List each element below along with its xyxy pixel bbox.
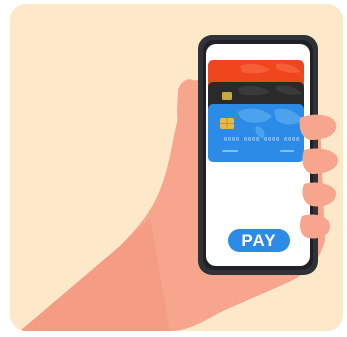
payment-illustration: 0000 0000 0000 0000 PAY — [0, 0, 347, 337]
card-chip-icon — [220, 118, 234, 129]
card-number: 0000 0000 0000 0000 — [224, 137, 301, 143]
hand-holding-phone-illustration — [20, 35, 338, 331]
pay-button[interactable]: PAY — [228, 229, 290, 252]
